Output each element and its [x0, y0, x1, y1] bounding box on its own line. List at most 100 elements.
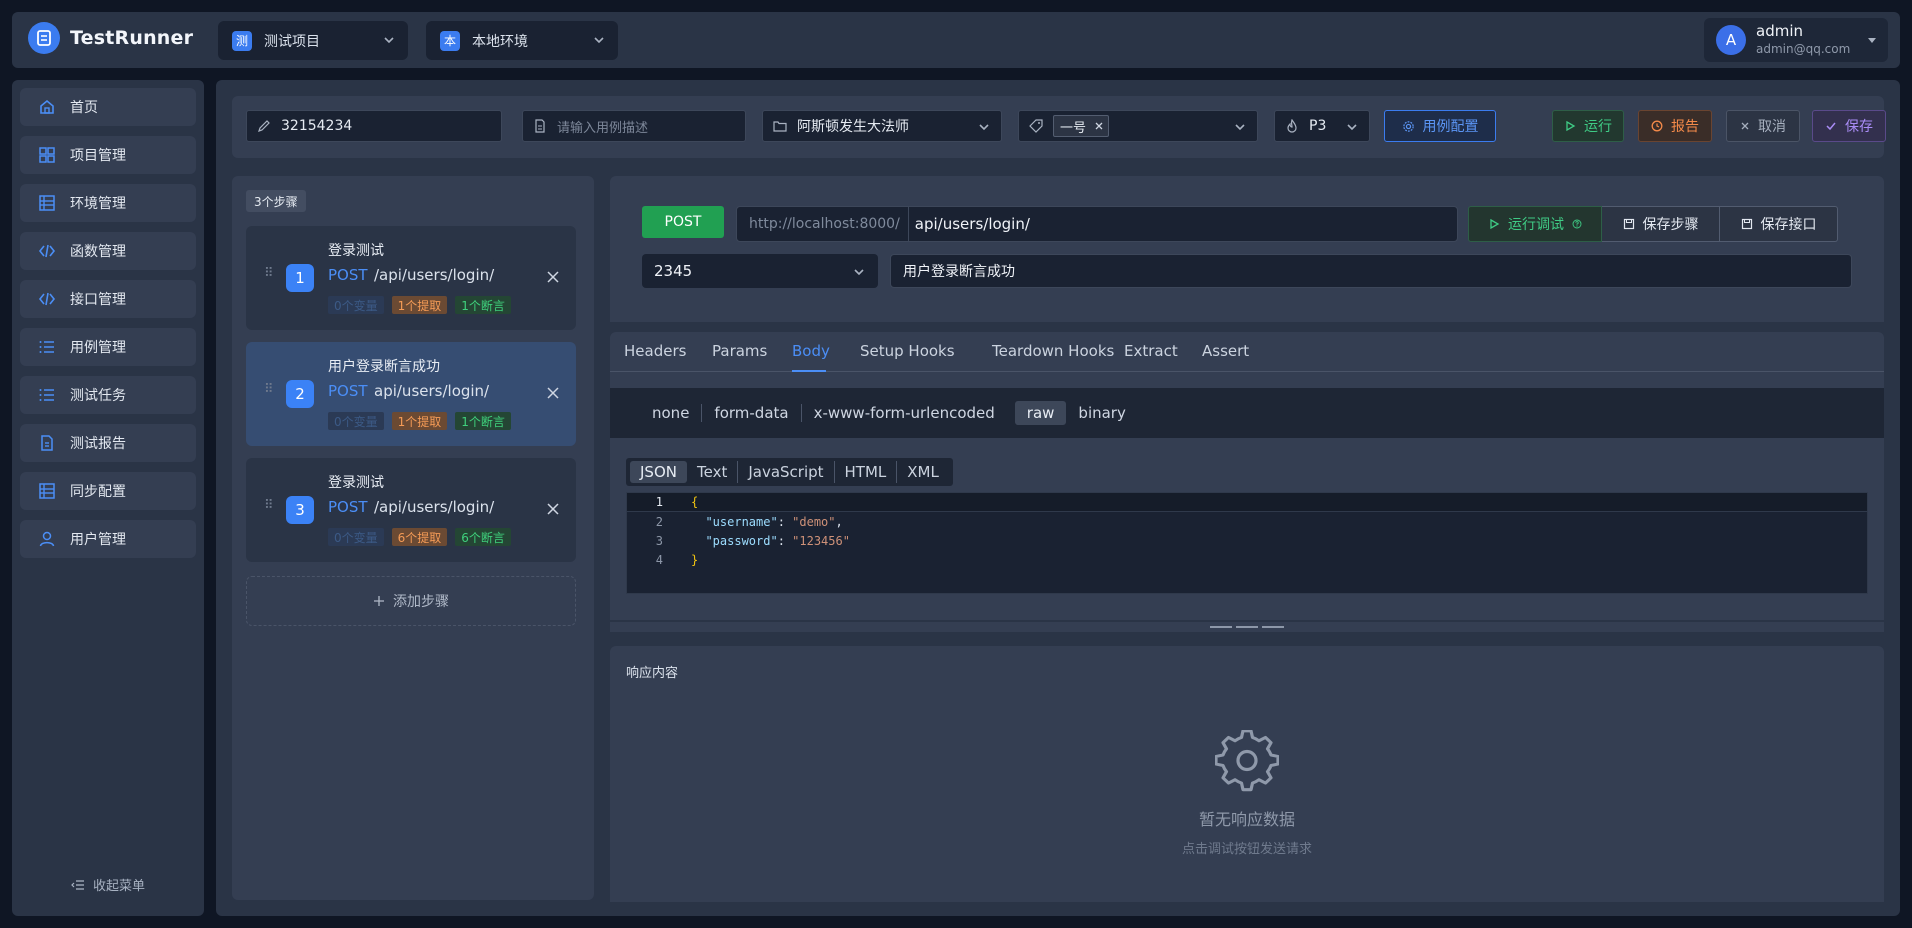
step-tags: 0个变量 6个提取 6个断言 — [328, 528, 511, 546]
method-select[interactable]: POST — [642, 206, 724, 238]
case-desc-input[interactable]: 请输入用例描述 — [522, 110, 746, 142]
body-type-none[interactable]: none — [640, 404, 701, 422]
sidebar-item-sync[interactable]: 同步配置 — [20, 472, 196, 510]
project-select[interactable]: 测 测试项目 — [218, 21, 408, 60]
sidebar-item-label: 用例管理 — [70, 340, 126, 356]
tab-params[interactable]: Params — [712, 342, 767, 360]
editor-line: 3 "password": "123456" — [627, 531, 1867, 550]
chevron-down-icon — [979, 124, 989, 131]
raw-format-selector: JSON Text JavaScript HTML XML — [626, 458, 953, 486]
format-javascript[interactable]: JavaScript — [737, 461, 833, 483]
sidebar-item-projects[interactable]: 项目管理 — [20, 136, 196, 174]
empty-state: 暂无响应数据 点击调试按钮发送请求 — [610, 730, 1884, 857]
step-method: POST — [328, 266, 368, 284]
tab-setup-hooks[interactable]: Setup Hooks — [860, 342, 955, 360]
drag-handle-icon[interactable]: ⠿ — [264, 267, 275, 280]
tab-teardown-hooks[interactable]: Teardown Hooks — [992, 342, 1114, 360]
empty-title: 暂无响应数据 — [1198, 810, 1295, 829]
format-xml[interactable]: XML — [896, 461, 949, 483]
close-icon[interactable] — [1094, 121, 1104, 131]
sidebar-item-label: 首页 — [70, 100, 98, 116]
gear-icon — [1402, 120, 1414, 132]
sidebar-item-users[interactable]: 用户管理 — [20, 520, 196, 558]
close-icon[interactable] — [546, 270, 560, 284]
report-button[interactable]: 报告 — [1638, 110, 1712, 142]
env-select[interactable]: 本 本地环境 — [426, 21, 618, 60]
sidebar: 首页 项目管理 环境管理 函数管理 接口管理 用例管理 测试任务 测试报告 同步… — [12, 80, 204, 916]
close-icon[interactable] — [546, 386, 560, 400]
sidebar-item-home[interactable]: 首页 — [20, 88, 196, 126]
sidebar-item-cases[interactable]: 用例管理 — [20, 328, 196, 366]
case-toolbar: 32154234 请输入用例描述 阿斯顿发生大法师 一号 P3 用例配置 运行 … — [232, 96, 1886, 158]
tab-assert[interactable]: Assert — [1202, 342, 1249, 360]
sidebar-item-label: 同步配置 — [70, 484, 126, 500]
step-item[interactable]: ⠿ 2 用户登录断言成功 POST api/users/login/ 0个变量 … — [246, 342, 576, 446]
code-token: "demo" — [792, 514, 836, 529]
tab-extract[interactable]: Extract — [1124, 342, 1178, 360]
tab-body[interactable]: Body — [792, 342, 830, 360]
code-token: } — [691, 552, 699, 567]
sidebar-item-functions[interactable]: 函数管理 — [20, 232, 196, 270]
save-button[interactable]: 保存 — [1812, 110, 1886, 142]
caret-down-icon — [1868, 38, 1876, 43]
format-text[interactable]: Text — [687, 461, 737, 483]
close-icon — [1741, 122, 1749, 130]
sidebar-item-tasks[interactable]: 测试任务 — [20, 376, 196, 414]
save-api-button[interactable]: 保存接口 — [1720, 206, 1838, 242]
user-menu[interactable]: A admin admin@qq.com — [1704, 18, 1888, 62]
sidebar-item-environments[interactable]: 环境管理 — [20, 184, 196, 222]
drag-handle-icon[interactable]: ⠿ — [264, 383, 275, 396]
editor-line: 1 { — [627, 493, 1867, 512]
chevron-down-icon — [1235, 124, 1245, 131]
database-icon — [39, 195, 55, 211]
code-token: "username" — [705, 514, 778, 529]
add-step-button[interactable]: 添加步骤 — [246, 576, 576, 626]
run-button[interactable]: 运行 — [1552, 110, 1624, 142]
collapse-menu-button[interactable]: 收起菜单 — [12, 875, 204, 894]
request-actions: 运行调试 保存步骤 保存接口 — [1468, 206, 1838, 242]
line-number: 4 — [655, 552, 663, 567]
body-type-raw[interactable]: raw — [1014, 401, 1067, 425]
drag-handle-icon[interactable]: ⠿ — [264, 499, 275, 512]
help-icon — [1572, 219, 1582, 229]
close-icon[interactable] — [546, 502, 560, 516]
priority-select[interactable]: P3 — [1274, 110, 1370, 142]
case-name-input[interactable]: 32154234 — [246, 110, 502, 142]
line-number: 2 — [655, 514, 663, 529]
format-json[interactable]: JSON — [630, 461, 687, 483]
step-path: /api/users/login/ — [374, 266, 495, 284]
body-type-form-data[interactable]: form-data — [701, 404, 800, 422]
case-desc-placeholder: 请输入用例描述 — [557, 120, 649, 136]
tag-select[interactable]: 一号 — [1018, 110, 1258, 142]
resize-handle[interactable] — [610, 622, 1884, 632]
step-env-select[interactable]: 2345 — [642, 254, 878, 288]
step-item[interactable]: ⠿ 3 登录测试 POST /api/users/login/ 0个变量 6个提… — [246, 458, 576, 562]
response-panel: 响应内容 暂无响应数据 点击调试按钮发送请求 — [610, 646, 1884, 902]
list-icon — [39, 389, 54, 401]
cancel-button[interactable]: 取消 — [1726, 110, 1800, 142]
save-step-label: 保存步骤 — [1642, 217, 1699, 233]
sidebar-item-label: 函数管理 — [70, 244, 126, 260]
body-type-urlencoded[interactable]: x-www-form-urlencoded — [800, 404, 1007, 422]
add-step-label: 添加步骤 — [393, 594, 449, 610]
folder-select[interactable]: 阿斯顿发生大法师 — [762, 110, 1002, 142]
play-icon — [1566, 120, 1576, 132]
run-debug-button[interactable]: 运行调试 — [1468, 206, 1602, 242]
save-step-button[interactable]: 保存步骤 — [1602, 206, 1720, 242]
step-name-input[interactable]: 用户登录断言成功 — [890, 254, 1852, 288]
step-item[interactable]: ⠿ 1 登录测试 POST /api/users/login/ 0个变量 1个提… — [246, 226, 576, 330]
top-bar: TestRunner 测 测试项目 本 本地环境 A admin admin@q… — [12, 12, 1900, 68]
folder-icon — [773, 121, 787, 132]
sidebar-item-reports[interactable]: 测试报告 — [20, 424, 196, 462]
case-config-button[interactable]: 用例配置 — [1384, 110, 1496, 142]
env-label: 本地环境 — [472, 33, 528, 50]
format-html[interactable]: HTML — [833, 461, 897, 483]
case-config-label: 用例配置 — [1422, 119, 1479, 135]
sidebar-item-apis[interactable]: 接口管理 — [20, 280, 196, 318]
logo[interactable]: TestRunner — [28, 22, 193, 54]
body-type-binary[interactable]: binary — [1066, 404, 1137, 422]
body-code-editor[interactable]: 1 { 2 "username": "demo", 3 "password": … — [626, 492, 1868, 594]
step-tags: 0个变量 1个提取 1个断言 — [328, 412, 511, 430]
url-input[interactable]: http://localhost:8000/ api/users/login/ — [736, 206, 1458, 242]
tab-headers[interactable]: Headers — [624, 342, 686, 360]
